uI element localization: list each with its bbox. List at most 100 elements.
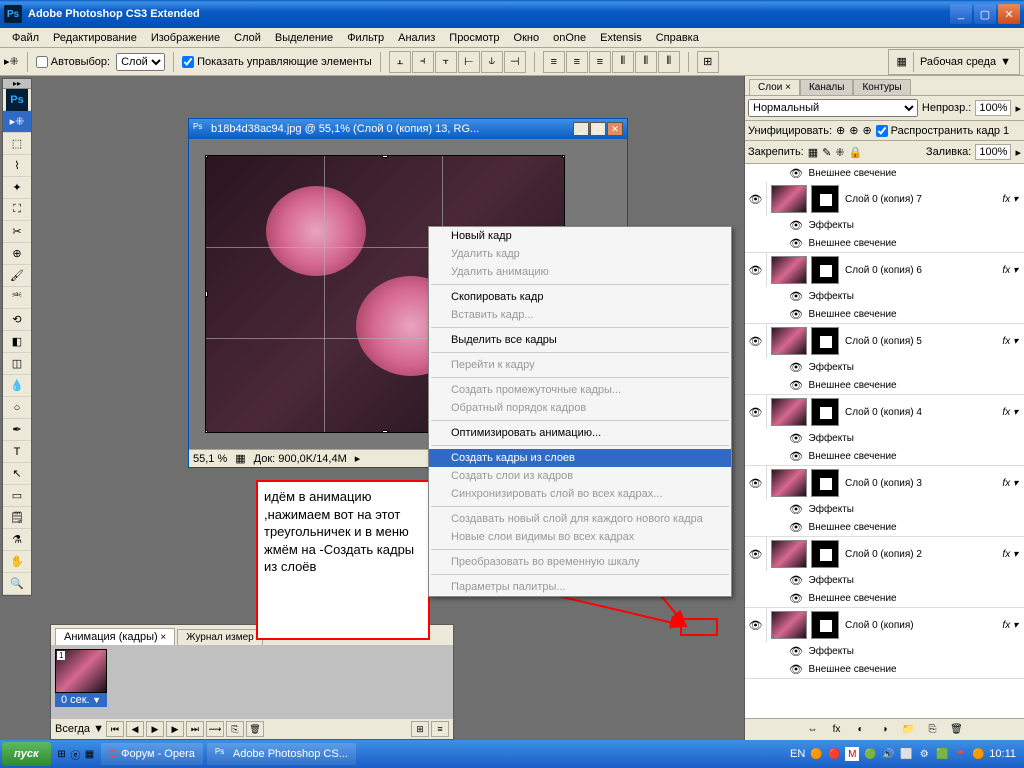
menu-item[interactable]: Создать кадры из слоев [429,449,731,467]
animation-tab[interactable]: Анимация (кадры) × [55,628,175,645]
tray-icon[interactable]: 🔴 [827,747,841,761]
show-controls-checkbox[interactable]: Показать управляющие элементы [182,56,372,68]
tray-volume-icon[interactable]: 🔊 [881,747,895,761]
visibility-icon[interactable]: 👁 [749,193,763,206]
lock-btn[interactable]: 🔒 [849,146,863,159]
panel-tab[interactable]: Контуры [853,79,910,95]
taskbar-item-photoshop[interactable]: PsAdobe Photoshop CS... [207,743,356,765]
zoom-tool[interactable]: 🔍 [3,573,31,595]
dist-btn[interactable]: ⦀ [635,51,657,73]
layer-name[interactable]: Слой 0 (копия) 5 [839,336,996,347]
unify-btn[interactable]: ⊕ [849,124,858,137]
layer-name[interactable]: Слой 0 (копия) 7 [839,194,996,205]
dodge-tool[interactable]: ○ [3,397,31,419]
layer-row[interactable]: 👁Слой 0 (копия) 4fx ▾👁 Эффекты👁 Внешнее … [745,395,1024,466]
visibility-icon[interactable]: 👁 [749,335,763,348]
layer-fx-indicator[interactable]: fx ▾ [996,549,1024,560]
lock-btn[interactable]: ▦ [808,146,818,159]
menu-справка[interactable]: Справка [650,30,705,46]
gradient-tool[interactable]: ◫ [3,353,31,375]
dist-btn[interactable]: ≡ [589,51,611,73]
timeline-mode-btn[interactable]: ⊞ [411,721,429,737]
taskbar-item-opera[interactable]: OФорум - Opera [101,743,203,765]
prev-frame-btn[interactable]: ◀ [126,721,144,737]
hand-tool[interactable]: ✋ [3,551,31,573]
tray-antivirus-icon[interactable]: ☂ [953,747,967,761]
slice-tool[interactable]: ✂ [3,221,31,243]
visibility-icon[interactable]: 👁 [749,548,763,561]
unify-btn[interactable]: ⊕ [862,124,871,137]
layer-mask[interactable] [811,540,839,568]
layer-thumbnail[interactable] [771,611,807,639]
layer-thumbnail[interactable] [771,185,807,213]
minimize-button[interactable]: _ [950,4,972,24]
first-frame-btn[interactable]: ⏮ [106,721,124,737]
menu-item[interactable]: Новый кадр [429,227,731,245]
animation-frame[interactable]: 1 0 сек. ▼ [55,649,107,707]
dist-btn[interactable]: ≡ [543,51,565,73]
layer-fx-indicator[interactable]: fx ▾ [996,194,1024,205]
quick-launch-icon[interactable]: ⓔ [69,747,83,761]
layer-row[interactable]: 👁Слой 0 (копия) 7fx ▾👁 Эффекты👁 Внешнее … [745,182,1024,253]
panel-menu-btn[interactable]: ≡ [431,721,449,737]
visibility-icon[interactable]: 👁 [749,406,763,419]
adjustment-layer-btn[interactable]: ◑ [876,722,894,738]
align-btn[interactable]: ⫝ [481,51,503,73]
tray-icon[interactable]: 🟩 [935,747,949,761]
align-btn[interactable]: ⫞ [412,51,434,73]
next-frame-btn[interactable]: ▶ [166,721,184,737]
doc-minimize[interactable]: _ [573,122,589,136]
menu-фильтр[interactable]: Фильтр [341,30,390,46]
layer-fx-indicator[interactable]: fx ▾ [996,478,1024,489]
tray-icon[interactable]: M [845,747,859,761]
panel-tab[interactable]: Слои × [749,79,800,95]
blur-tool[interactable]: 💧 [3,375,31,397]
menu-item[interactable]: Выделить все кадры [429,331,731,349]
opacity-field[interactable]: 100% [975,100,1011,116]
menu-изображение[interactable]: Изображение [145,30,226,46]
tray-icon[interactable]: ⚙ [917,747,931,761]
marquee-tool[interactable]: ⬚ [3,133,31,155]
menu-item[interactable]: Оптимизировать анимацию... [429,424,731,442]
shape-tool[interactable]: ▭ [3,485,31,507]
workspace-dropdown[interactable]: ▦ Рабочая среда▼ [888,49,1020,75]
auto-align-btn[interactable]: ⊞ [697,51,719,73]
close-button[interactable]: ✕ [998,4,1020,24]
autoselect-select[interactable]: Слой [116,53,165,71]
move-tool[interactable]: ▸⁜ [3,111,31,133]
menu-onone[interactable]: onOne [547,30,592,46]
visibility-icon[interactable]: 👁 [749,264,763,277]
layer-name[interactable]: Слой 0 (копия) 2 [839,549,996,560]
loop-select[interactable]: Всегда ▼ [55,723,104,735]
layer-thumbnail[interactable] [771,469,807,497]
menu-item[interactable]: Скопировать кадр [429,288,731,306]
align-btn[interactable]: ⊢ [458,51,480,73]
panel-tab[interactable]: Каналы [800,79,854,95]
layer-thumbnail[interactable] [771,540,807,568]
layer-row[interactable]: 👁Слой 0 (копия)fx ▾👁 Эффекты👁 Внешнее св… [745,608,1024,679]
align-btn[interactable]: ⊣ [504,51,526,73]
history-brush-tool[interactable]: ⟲ [3,309,31,331]
fill-field[interactable]: 100% [975,144,1011,160]
doc-close[interactable]: ✕ [607,122,623,136]
menu-анализ[interactable]: Анализ [392,30,441,46]
maximize-button[interactable]: ▢ [974,4,996,24]
menu-окно[interactable]: Окно [508,30,546,46]
layer-row[interactable]: 👁Слой 0 (копия) 5fx ▾👁 Эффекты👁 Внешнее … [745,324,1024,395]
brush-tool[interactable]: 🖌 [3,265,31,287]
layer-fx-indicator[interactable]: fx ▾ [996,336,1024,347]
layer-fx-indicator[interactable]: fx ▾ [996,407,1024,418]
layer-name[interactable]: Слой 0 (копия) [839,620,996,631]
layer-thumbnail[interactable] [771,398,807,426]
tray-clock[interactable]: 10:11 [989,748,1016,760]
pen-tool[interactable]: ✒ [3,419,31,441]
lang-indicator[interactable]: EN [790,748,805,760]
layer-mask[interactable] [811,327,839,355]
layer-thumbnail[interactable] [771,256,807,284]
quick-launch-icon[interactable]: ▦ [83,747,97,761]
history-tab[interactable]: Журнал измер [177,629,262,645]
dist-btn[interactable]: ⦀ [612,51,634,73]
menu-редактирование[interactable]: Редактирование [47,30,143,46]
dist-btn[interactable]: ⦀ [658,51,680,73]
layer-row[interactable]: 👁Слой 0 (копия) 3fx ▾👁 Эффекты👁 Внешнее … [745,466,1024,537]
